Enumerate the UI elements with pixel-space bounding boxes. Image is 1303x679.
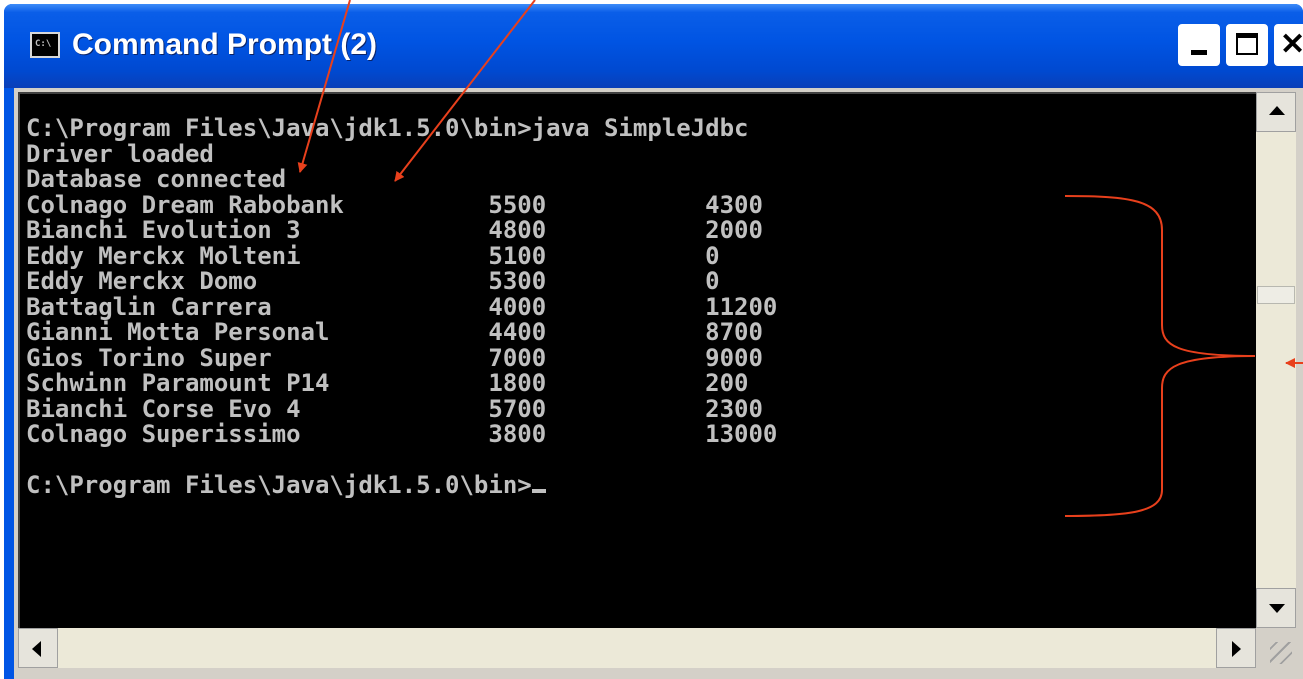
console-line: Database connected (26, 165, 287, 193)
maximize-button[interactable] (1226, 24, 1268, 66)
command-prompt-window: C:\ Command Prompt (2) ✕ C:\Program File… (4, 4, 1303, 679)
scroll-left-button[interactable] (18, 628, 58, 668)
arrow-up-icon (1269, 106, 1285, 115)
scroll-right-button[interactable] (1216, 628, 1256, 668)
horizontal-scrollbar[interactable] (18, 628, 1256, 668)
console-line: C:\Program Files\Java\jdk1.5.0\bin>java … (26, 114, 749, 142)
console-prompt-line: C:\Program Files\Java\jdk1.5.0\bin> (26, 471, 532, 499)
console-line: Eddy Merckx Molteni 5100 0 (26, 241, 720, 270)
arrow-down-icon (1269, 604, 1285, 613)
cmd-window-icon[interactable]: C:\ (30, 32, 60, 58)
console-line: Colnago Dream Rabobank 5500 4300 (26, 190, 763, 219)
maximize-icon (1236, 33, 1258, 55)
console-line: Driver loaded (26, 139, 214, 168)
console-client-area: C:\Program Files\Java\jdk1.5.0\bin>java … (14, 88, 1303, 679)
minimize-icon (1191, 50, 1207, 55)
resize-grip[interactable] (1256, 628, 1296, 668)
console-line: Gianni Motta Personal 4400 8700 (26, 318, 763, 346)
console-line: Colnago Superissimo 3800 13000 (26, 420, 778, 448)
close-button[interactable]: ✕ (1274, 24, 1303, 66)
arrow-left-icon (32, 641, 41, 657)
console-line: Eddy Merckx Domo 5300 0 (26, 267, 720, 295)
console-line: Schwinn Paramount P14 1800 200 (26, 369, 749, 397)
scroll-up-button[interactable] (1256, 92, 1296, 132)
arrow-right-icon (1232, 641, 1241, 657)
console-text: C:\Program Files\Java\jdk1.5.0\bin>java … (26, 114, 778, 499)
console-line: Bianchi Corse Evo 4 5700 2300 (26, 394, 763, 423)
resize-grip-icon (1270, 642, 1292, 664)
console-output[interactable]: C:\Program Files\Java\jdk1.5.0\bin>java … (18, 92, 1256, 628)
minimize-button[interactable] (1178, 24, 1220, 66)
window-title: Command Prompt (2) (72, 28, 378, 61)
console-line: Gios Torino Super 7000 9000 (26, 343, 763, 372)
console-cursor (531, 489, 546, 493)
console-line: Battaglin Carrera 4000 11200 (26, 292, 778, 321)
scroll-down-button[interactable] (1256, 588, 1296, 628)
close-icon: ✕ (1280, 28, 1303, 61)
console-line: Bianchi Evolution 3 4800 2000 (26, 216, 763, 244)
scroll-thumb[interactable] (1257, 286, 1295, 304)
title-bar[interactable]: C:\ Command Prompt (2) ✕ (4, 4, 1303, 88)
vertical-scrollbar[interactable] (1256, 92, 1296, 628)
